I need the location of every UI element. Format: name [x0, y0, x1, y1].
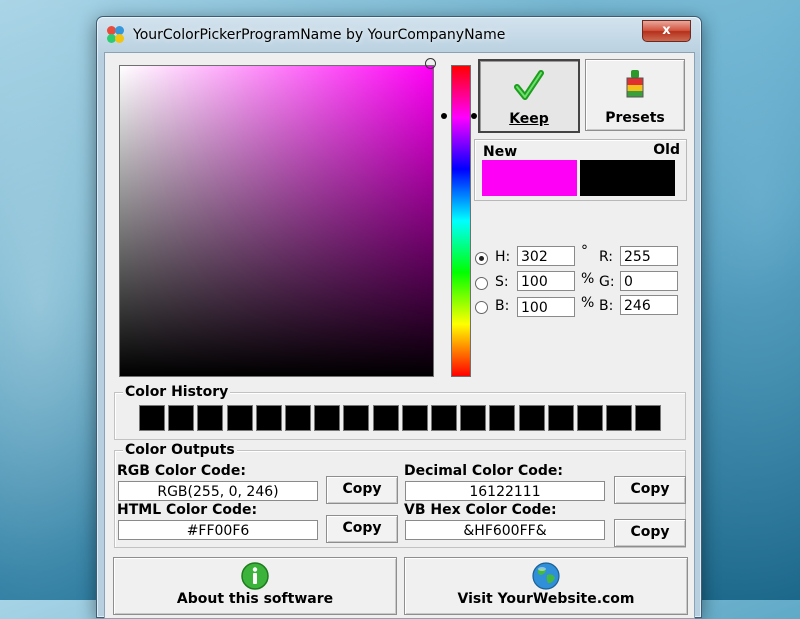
hue-slider[interactable] — [451, 65, 471, 377]
brightness-label: B: — [495, 298, 510, 314]
history-color-swatch[interactable] — [285, 405, 311, 431]
window-title: YourColorPickerProgramName by YourCompan… — [133, 27, 506, 43]
hue-field[interactable]: 302 — [517, 246, 575, 266]
rgb-code-label: RGB Color Code: — [117, 463, 246, 479]
saturation-unit: % — [581, 271, 595, 287]
history-color-swatch[interactable] — [431, 405, 457, 431]
copy-rgb-button[interactable]: Copy — [326, 476, 398, 504]
title-bar[interactable]: YourColorPickerProgramName by YourCompan… — [97, 17, 701, 51]
close-button[interactable]: x — [642, 20, 691, 42]
copy-vb-hex-button[interactable]: Copy — [614, 519, 686, 547]
keep-button-label: Keep — [509, 111, 549, 127]
history-color-swatch[interactable] — [635, 405, 662, 431]
color-outputs-title: Color Outputs — [123, 442, 237, 458]
about-button[interactable]: About this software — [113, 557, 397, 615]
visit-website-button[interactable]: Visit YourWebsite.com — [404, 557, 688, 615]
color-history-title: Color History — [123, 384, 231, 400]
saturation-radio[interactable] — [475, 277, 488, 290]
copy-decimal-button[interactable]: Copy — [614, 476, 686, 504]
history-color-swatch[interactable] — [372, 405, 399, 431]
client-area: Keep Presets New Old H: 302 ° R: 255 S: — [104, 52, 695, 619]
history-color-swatch[interactable] — [518, 405, 545, 431]
history-color-swatch[interactable] — [577, 405, 603, 431]
new-color-label: New — [483, 144, 518, 160]
history-color-swatch[interactable] — [314, 405, 341, 431]
presets-button[interactable]: Presets — [585, 59, 685, 131]
blue-field[interactable]: 246 — [620, 295, 678, 315]
hue-label: H: — [495, 249, 511, 265]
saturation-brightness-field[interactable] — [119, 65, 434, 377]
degree-unit: ° — [581, 243, 588, 259]
history-color-swatch[interactable] — [343, 405, 370, 431]
history-color-swatch[interactable] — [168, 405, 195, 431]
history-color-swatch[interactable] — [460, 405, 487, 431]
history-color-swatch[interactable] — [139, 405, 165, 431]
copy-html-button[interactable]: Copy — [326, 515, 398, 543]
history-color-swatch[interactable] — [489, 405, 516, 431]
brightness-field[interactable]: 100 — [517, 297, 575, 317]
keep-button[interactable]: Keep — [478, 59, 580, 133]
presets-button-label: Presets — [605, 110, 665, 126]
history-color-swatch[interactable] — [401, 405, 428, 431]
decimal-code-field[interactable]: 16122111 — [405, 481, 605, 501]
color-field-marker[interactable] — [425, 58, 436, 69]
red-field[interactable]: 255 — [620, 246, 678, 266]
html-code-field[interactable]: #FF00F6 — [118, 520, 318, 540]
color-picker-window: YourColorPickerProgramName by YourCompan… — [96, 16, 702, 619]
visit-website-button-label: Visit YourWebsite.com — [457, 591, 635, 607]
color-outputs-group: Color Outputs RGB Color Code: RGB(255, 0… — [114, 442, 686, 548]
green-label: G: — [599, 274, 615, 290]
history-color-swatch[interactable] — [255, 405, 282, 431]
globe-icon — [532, 562, 560, 590]
history-color-swatch[interactable] — [226, 405, 253, 431]
checkmark-icon — [514, 70, 544, 100]
info-icon — [241, 562, 269, 590]
history-color-swatch[interactable] — [197, 405, 224, 431]
green-field[interactable]: 0 — [620, 271, 678, 291]
new-color-swatch — [482, 160, 577, 196]
red-label: R: — [599, 249, 614, 265]
hue-slider-right-pointer[interactable] — [471, 113, 477, 119]
blue-label: B: — [599, 298, 614, 314]
rgb-code-field[interactable]: RGB(255, 0, 246) — [118, 481, 318, 501]
new-old-preview: New Old — [474, 139, 687, 201]
paint-brush-icon — [626, 70, 644, 98]
app-logo-icon — [107, 26, 125, 44]
brightness-unit: % — [581, 295, 595, 311]
history-color-swatch[interactable] — [606, 405, 633, 431]
history-color-swatch[interactable] — [547, 405, 574, 431]
vb-hex-code-label: VB Hex Color Code: — [404, 502, 557, 518]
saturation-label: S: — [495, 274, 509, 290]
color-history-group: Color History — [114, 384, 686, 440]
brightness-radio[interactable] — [475, 301, 488, 314]
old-color-label: Old — [653, 142, 680, 158]
vb-hex-code-field[interactable]: &HF600FF& — [405, 520, 605, 540]
decimal-code-label: Decimal Color Code: — [404, 463, 564, 479]
saturation-field[interactable]: 100 — [517, 271, 575, 291]
hue-radio[interactable] — [475, 252, 488, 265]
old-color-swatch[interactable] — [580, 160, 675, 196]
html-code-label: HTML Color Code: — [117, 502, 258, 518]
about-button-label: About this software — [176, 591, 334, 607]
hue-slider-left-pointer[interactable] — [441, 113, 447, 119]
